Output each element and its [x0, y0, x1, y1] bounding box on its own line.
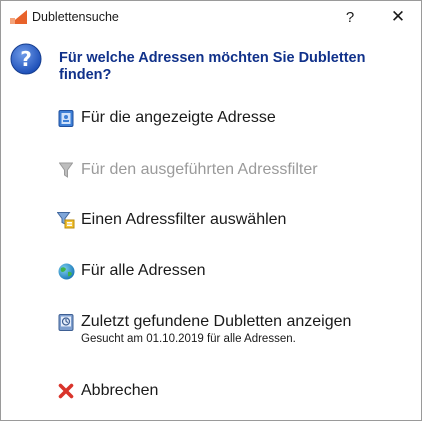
- option-label: Abbrechen: [81, 382, 159, 399]
- option-all-addresses[interactable]: Für alle Adressen: [57, 262, 206, 280]
- title-bar: Dublettensuche ? ✕: [1, 1, 421, 33]
- question-icon: ?: [10, 43, 42, 75]
- option-label: Für alle Adressen: [81, 262, 206, 279]
- filter-select-icon: [57, 211, 75, 229]
- help-button[interactable]: ?: [327, 1, 373, 33]
- option-label: Für die angezeigte Adresse: [81, 109, 276, 126]
- history-icon: [57, 313, 75, 331]
- option-select-filter[interactable]: Einen Adressfilter auswählen: [57, 211, 286, 229]
- option-sublabel: Gesucht am 01.10.2019 für alle Adressen.: [81, 333, 296, 345]
- svg-text:?: ?: [20, 47, 32, 71]
- option-label: Einen Adressfilter auswählen: [81, 211, 287, 228]
- close-button[interactable]: ✕: [375, 1, 421, 33]
- option-label: Zuletzt gefundene Dubletten anzeigen: [81, 313, 352, 330]
- globe-icon: [57, 262, 75, 280]
- option-label: Für den ausgeführten Adressfilter: [81, 161, 318, 178]
- option-current-address[interactable]: Für die angezeigte Adresse: [57, 109, 276, 127]
- dialog-window: Dublettensuche ? ✕ ? Für welche Adressen…: [0, 0, 422, 421]
- option-executed-filter[interactable]: Für den ausgeführten Adressfilter: [57, 161, 318, 179]
- funnel-icon: [57, 161, 75, 179]
- app-logo-icon: [10, 10, 27, 24]
- window-title: Dublettensuche: [32, 10, 119, 24]
- cancel-option[interactable]: Abbrechen: [57, 382, 158, 400]
- question-text: Für welche Adressen möchten Sie Dublette…: [59, 50, 366, 83]
- address-card-icon: [57, 109, 75, 127]
- option-last-duplicates[interactable]: Zuletzt gefundene Dubletten anzeigen: [57, 313, 351, 331]
- cancel-x-icon: [57, 382, 75, 400]
